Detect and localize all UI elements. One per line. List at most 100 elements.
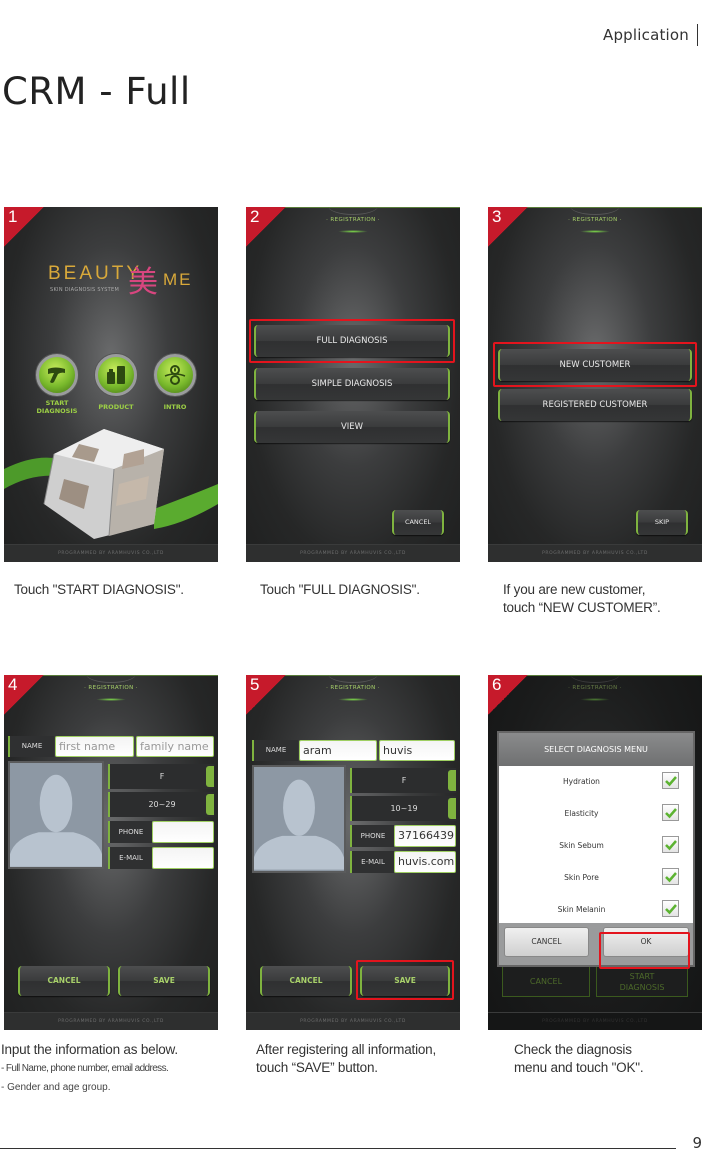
phone-label: PHONE [350, 825, 394, 847]
page-title: CRM - Full [2, 70, 191, 113]
caption-step-5: After registering all information, touch… [256, 1041, 436, 1077]
email-input[interactable] [152, 847, 214, 869]
section-label: Application [603, 24, 698, 46]
screenshot-step-3: 3 · REGISTRATION · NEW CUSTOMER REGISTER… [488, 207, 702, 562]
family-name-input[interactable]: huvis [379, 740, 455, 761]
simple-diagnosis-button[interactable]: SIMPLE DIAGNOSIS [254, 368, 450, 400]
screenshot-step-5: 5 · REGISTRATION · NAME aram huvis F 10~… [246, 675, 460, 1030]
view-button[interactable]: VIEW [254, 411, 450, 443]
option-label: Hydration [563, 777, 600, 786]
family-name-input[interactable]: family name [136, 736, 214, 757]
step-number: 1 [8, 207, 18, 226]
caption-line: menu and touch "OK". [514, 1060, 644, 1075]
step-badge: 2 [246, 207, 286, 247]
logo-suffix: ME [163, 270, 193, 289]
profile-photo-placeholder[interactable] [252, 765, 346, 873]
gender-selector[interactable]: F [350, 768, 456, 793]
checkbox-checked[interactable] [662, 836, 679, 853]
caption-step-4: Input the information as below. [1, 1042, 178, 1057]
checkmark-icon [665, 808, 677, 819]
first-name-input[interactable]: aram [299, 740, 377, 761]
first-name-input[interactable]: first name [55, 736, 134, 757]
age-group-value: 10~19 [390, 804, 418, 813]
screen-footer: PROGRAMMED BY ARAMHUVIS CO.,LTD [4, 544, 218, 562]
highlight-box [493, 342, 697, 387]
phone-input[interactable]: 37166439 [394, 825, 456, 847]
caption-step-3: If you are new customer, touch “NEW CUST… [503, 581, 661, 617]
screenshot-step-4: 4 · REGISTRATION · NAME first name famil… [4, 675, 218, 1030]
step-badge: 3 [488, 207, 528, 247]
gender-value: F [401, 776, 407, 785]
start-label-line2: DIAGNOSIS [619, 983, 665, 992]
highlight-box [599, 932, 690, 969]
dialog-title: SELECT DIAGNOSIS MENU [499, 733, 693, 766]
step-number: 6 [492, 675, 502, 694]
caption-line: If you are new customer, [503, 582, 646, 597]
caption-line: Check the diagnosis [514, 1042, 632, 1057]
registered-customer-button[interactable]: REGISTERED CUSTOMER [498, 389, 692, 421]
caption-line: touch “NEW CUSTOMER”. [503, 600, 661, 615]
screenshot-step-2: 2 · REGISTRATION · FULL DIAGNOSIS SIMPLE… [246, 207, 460, 562]
caption-step-1: Touch "START DIAGNOSIS". [14, 582, 184, 597]
step-badge: 1 [4, 207, 44, 247]
screen-footer: PROGRAMMED BY ARAMHUVIS CO.,LTD [4, 1012, 218, 1030]
diagnosis-option-skin-sebum[interactable]: Skin Sebum [499, 830, 693, 862]
cosmetic-bottles-icon[interactable] [95, 354, 137, 396]
gender-selector[interactable]: F [108, 764, 214, 789]
background-cancel-button: CANCEL [502, 965, 590, 997]
screen-footer: PROGRAMMED BY ARAMHUVIS CO.,LTD [488, 544, 702, 562]
page-number: 9 [692, 1134, 702, 1152]
menu-product-label[interactable]: PRODUCT [86, 403, 146, 411]
cancel-button[interactable]: CANCEL [392, 510, 444, 535]
logo-subtitle: SKIN DIAGNOSIS SYSTEM [50, 287, 120, 293]
handheld-scanner-icon[interactable] [36, 354, 78, 396]
name-label: NAME [8, 736, 54, 757]
email-label: E-MAIL [108, 847, 152, 869]
option-label: Elasticity [564, 809, 599, 818]
step-number: 3 [492, 207, 502, 226]
name-label: NAME [252, 740, 298, 761]
diagnosis-option-elasticity[interactable]: Elasticity [499, 798, 693, 830]
skin-drop-icon[interactable] [154, 354, 196, 396]
screen-footer: PROGRAMMED BY ARAMHUVIS CO.,LTD [246, 544, 460, 562]
caption-note: - Gender and age group. [1, 1082, 111, 1093]
age-group-value: 20~29 [148, 800, 176, 809]
cancel-button[interactable]: CANCEL [18, 966, 110, 996]
diagnosis-option-skin-pore[interactable]: Skin Pore [499, 862, 693, 894]
checkmark-icon [665, 776, 677, 787]
caption-note: - Full Name, phone number, email address… [1, 1063, 169, 1074]
screenshot-step-6: 6 · REGISTRATION · CANCEL START DIAGNOSI… [488, 675, 702, 1030]
phone-label: PHONE [108, 821, 152, 843]
step-number: 5 [250, 675, 260, 694]
profile-photo-placeholder[interactable] [8, 761, 104, 869]
gender-value: F [159, 772, 165, 781]
age-group-selector[interactable]: 20~29 [108, 792, 214, 817]
step-badge: 5 [246, 675, 286, 715]
background-start-diagnosis-button: START DIAGNOSIS [596, 965, 688, 997]
caption-line: touch “SAVE” button. [256, 1060, 378, 1075]
checkmark-icon [665, 840, 677, 851]
screen-footer: PROGRAMMED BY ARAMHUVIS CO.,LTD [488, 1012, 702, 1030]
save-button[interactable]: SAVE [118, 966, 210, 996]
checkbox-checked[interactable] [662, 804, 679, 821]
checkbox-checked[interactable] [662, 868, 679, 885]
dialog-cancel-button[interactable]: CANCEL [504, 927, 589, 957]
checkmark-icon [665, 904, 677, 915]
checkbox-checked[interactable] [662, 772, 679, 789]
skip-button[interactable]: SKIP [636, 510, 688, 535]
screen-footer: PROGRAMMED BY ARAMHUVIS CO.,LTD [246, 1012, 460, 1030]
email-input[interactable]: huvis.com [394, 851, 456, 873]
menu-intro-label[interactable]: INTRO [145, 403, 205, 411]
person-silhouette-icon [254, 779, 344, 870]
option-label: Skin Melanin [557, 905, 606, 914]
phone-input[interactable] [152, 821, 214, 843]
cancel-button[interactable]: CANCEL [260, 966, 352, 996]
diagnosis-option-hydration[interactable]: Hydration [499, 766, 693, 798]
diagnosis-option-skin-melanin[interactable]: Skin Melanin [499, 894, 693, 926]
step-badge: 4 [4, 675, 44, 715]
logo-char: 美 [128, 265, 158, 300]
screenshot-step-1: 1 BEAUTY 美 ME SKIN DIAGNOSIS SYSTEM STAR… [4, 207, 218, 562]
age-group-selector[interactable]: 10~19 [350, 796, 456, 821]
menu-start-diagnosis-label[interactable]: START DIAGNOSIS [27, 399, 87, 415]
checkbox-checked[interactable] [662, 900, 679, 917]
